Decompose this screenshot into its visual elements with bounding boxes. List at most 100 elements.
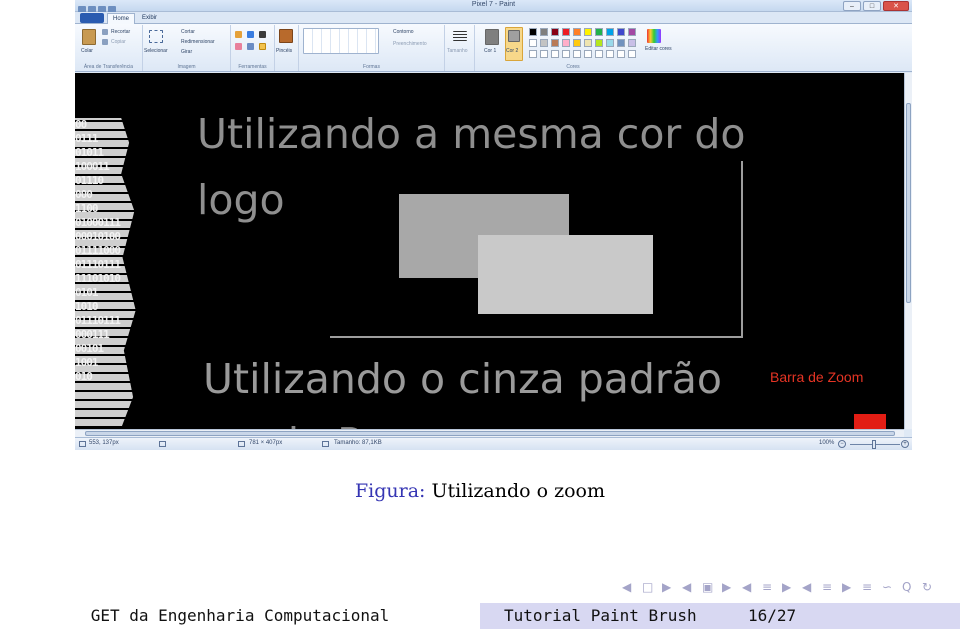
beamer-nav-icon[interactable]: ◀ (682, 580, 691, 594)
palette-swatch[interactable] (562, 39, 570, 47)
horizontal-scrollbar[interactable] (75, 429, 904, 437)
palette-swatch[interactable] (617, 50, 625, 58)
crop-button[interactable]: Cortar (181, 29, 195, 35)
tab-exibir[interactable]: Exibir (137, 13, 162, 24)
palette-swatch[interactable] (606, 50, 614, 58)
beamer-nav-icon[interactable]: ∽ (882, 580, 892, 594)
fill-button[interactable]: Preenchimento (393, 41, 427, 47)
palette-swatch[interactable] (595, 50, 603, 58)
palette-swatch[interactable] (595, 28, 603, 36)
maximize-button[interactable]: □ (863, 1, 881, 11)
magnifier-icon[interactable] (259, 43, 266, 50)
beamer-nav-icon[interactable]: Q (902, 580, 911, 594)
palette-swatch[interactable] (551, 39, 559, 47)
beamer-nav-icon[interactable]: □ (642, 580, 653, 594)
binary-line: 0111 (75, 132, 99, 145)
brush-icon[interactable] (279, 29, 293, 43)
palette-swatch[interactable] (606, 28, 614, 36)
palette-swatch[interactable] (540, 28, 548, 36)
color-picker-icon[interactable] (247, 43, 254, 50)
palette-swatch[interactable] (529, 28, 537, 36)
beamer-nav-icon[interactable]: ≡ (762, 580, 772, 594)
beamer-nav-icon[interactable]: ▶ (662, 580, 671, 594)
zoom-out-button[interactable]: − (838, 440, 846, 448)
beamer-nav-icon[interactable]: ▶ (722, 580, 731, 594)
palette-swatch[interactable] (562, 28, 570, 36)
beamer-nav-icon[interactable]: ◀ (802, 580, 811, 594)
select-icon[interactable] (149, 30, 163, 43)
file-menu-button[interactable] (80, 13, 104, 23)
beamer-nav-icon[interactable]: ◀ (622, 580, 631, 594)
palette-swatch[interactable] (540, 50, 548, 58)
palette-swatch[interactable] (584, 28, 592, 36)
drawing-canvas[interactable]: 00 0111 01011 100011 01110 000 1100 01000111 000… (75, 73, 904, 429)
group-shapes: Contorno Preenchimento Formas (299, 25, 445, 71)
palette-swatch[interactable] (628, 50, 636, 58)
copy-button[interactable]: Copiar (111, 39, 126, 45)
footer-right-panel: Tutorial Paint Brush 16/27 (480, 603, 960, 629)
image-size: 781 × 407px (249, 440, 283, 446)
color1-swatch[interactable] (485, 29, 499, 45)
palette-swatch[interactable] (617, 39, 625, 47)
cursor-position: 553, 137px (89, 440, 119, 446)
edit-colors-button[interactable]: Editar cores (645, 46, 672, 52)
beamer-nav-icon[interactable]: ≡ (862, 580, 872, 594)
binary-line: 01111000 (75, 244, 121, 257)
palette-swatch[interactable] (551, 28, 559, 36)
footer-page-number: 16/27 (748, 606, 797, 625)
cut-button[interactable]: Recortar (111, 29, 130, 35)
beamer-nav-icon[interactable]: ▶ (842, 580, 851, 594)
figure-caption: Figura: Utilizando o zoom (0, 480, 960, 502)
outline-button[interactable]: Contorno (393, 29, 414, 35)
color1-button[interactable]: Cor 1 (484, 48, 496, 54)
palette-swatch[interactable] (584, 50, 592, 58)
pencil-icon[interactable] (235, 31, 242, 38)
beamer-nav-icon[interactable]: ▶ (782, 580, 791, 594)
palette-swatch[interactable] (562, 50, 570, 58)
tab-home[interactable]: Home (107, 13, 136, 24)
eraser-icon[interactable] (235, 43, 242, 50)
edit-colors-icon[interactable] (647, 29, 661, 43)
text-icon[interactable] (259, 31, 266, 38)
select-button[interactable]: Selecionar (144, 48, 168, 54)
horizontal-scroll-thumb[interactable] (85, 431, 895, 436)
resize-button[interactable]: Redimensionar (181, 39, 215, 45)
binary-line: 000111 (75, 328, 110, 341)
brushes-button[interactable]: Pincéis (276, 48, 292, 54)
palette-swatch[interactable] (529, 39, 537, 47)
file-size: Tamanho: 87,1KB (334, 440, 382, 446)
palette-swatch[interactable] (573, 39, 581, 47)
caption-text: Utilizando o zoom (431, 480, 605, 502)
vertical-scroll-thumb[interactable] (906, 103, 911, 303)
palette-swatch[interactable] (529, 50, 537, 58)
palette-swatch[interactable] (540, 39, 548, 47)
close-button[interactable]: ✕ (883, 1, 909, 11)
palette-swatch[interactable] (584, 39, 592, 47)
palette-swatch[interactable] (573, 50, 581, 58)
palette-swatch[interactable] (551, 50, 559, 58)
zoom-slider-thumb[interactable] (872, 440, 876, 449)
beamer-nav-icon[interactable]: ◀ (742, 580, 751, 594)
shapes-gallery[interactable] (303, 28, 379, 54)
footer-institution: GET da Engenharia Computacional (0, 603, 480, 629)
size-button[interactable]: Tamanho (447, 48, 468, 54)
size-icon[interactable] (453, 31, 467, 41)
palette-swatch[interactable] (606, 39, 614, 47)
paste-icon[interactable] (82, 29, 96, 45)
palette-swatch[interactable] (595, 39, 603, 47)
vertical-scrollbar[interactable] (904, 73, 912, 429)
paste-button[interactable]: Colar (81, 48, 93, 54)
palette-swatch[interactable] (573, 28, 581, 36)
beamer-nav-icon[interactable]: ≡ (822, 580, 832, 594)
minimize-button[interactable]: – (843, 1, 861, 11)
beamer-nav-icon[interactable]: ↻ (922, 580, 932, 594)
beamer-nav-icon[interactable]: ▣ (702, 580, 713, 594)
zoom-in-button[interactable]: + (901, 440, 909, 448)
palette-swatch[interactable] (617, 28, 625, 36)
color2-button[interactable]: Cor 2 (506, 48, 518, 54)
palette-swatch[interactable] (628, 28, 636, 36)
fill-icon[interactable] (247, 31, 254, 38)
group-image: Selecionar Cortar Redimensionar Girar Im… (143, 25, 231, 71)
rotate-button[interactable]: Girar (181, 49, 192, 55)
palette-swatch[interactable] (628, 39, 636, 47)
